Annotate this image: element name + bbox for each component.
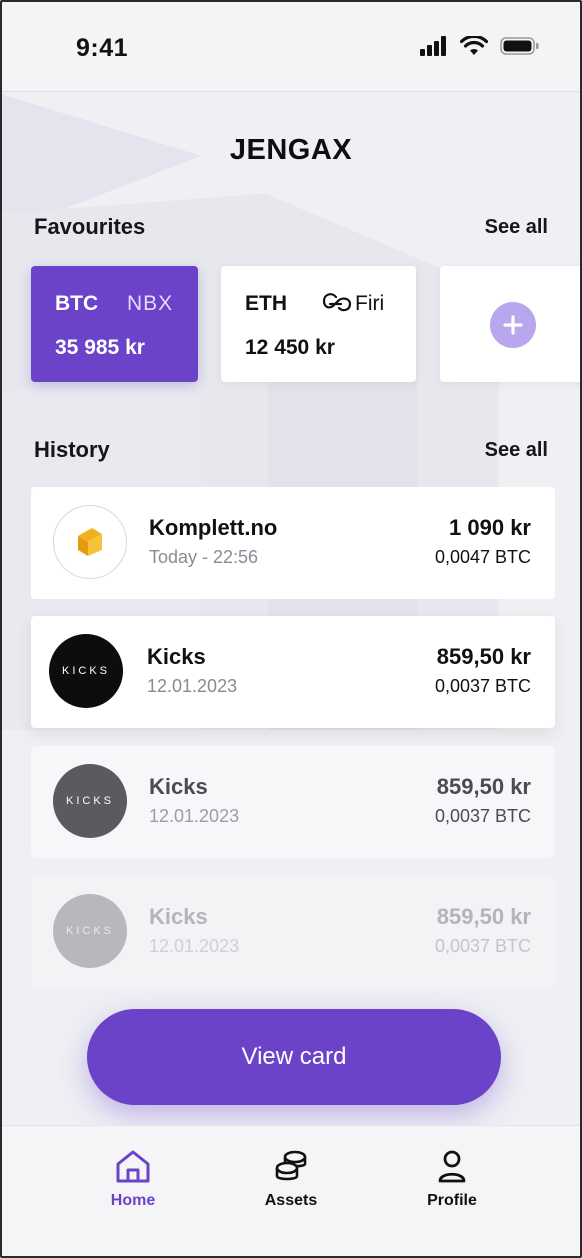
transaction-crypto-amount: 0,0037 BTC xyxy=(434,676,531,696)
favourite-amount: 12 450 kr xyxy=(245,336,335,359)
tab-profile-label: Profile xyxy=(427,1192,477,1209)
phone-screen: 9:41 JENGAX Favourites See all BTC NBX 3… xyxy=(0,0,582,1258)
coins-icon xyxy=(275,1150,307,1181)
favourite-exchange: Firi xyxy=(355,292,385,315)
favourites-title: Favourites xyxy=(34,214,146,239)
firi-logo-icon xyxy=(322,293,352,312)
favourites-see-all-link[interactable]: See all xyxy=(485,216,548,239)
merchant-logo: KICKS xyxy=(53,764,127,838)
transaction-amount: 859,50 kr xyxy=(436,904,531,929)
komplett-logo-icon xyxy=(78,528,102,556)
view-card-button[interactable]: View card xyxy=(87,1009,501,1105)
history-see-all-link[interactable]: See all xyxy=(485,439,548,462)
app-title: JENGAX xyxy=(229,134,353,166)
transaction-crypto-amount: 0,0037 BTC xyxy=(434,806,531,826)
add-favourite-card[interactable] xyxy=(440,266,580,382)
transaction-date: Today - 22:56 xyxy=(149,547,259,567)
transaction-crypto-amount: 0,0037 BTC xyxy=(434,936,531,956)
favourite-symbol: BTC xyxy=(55,292,99,315)
merchant-name: Kicks xyxy=(147,644,206,669)
kicks-logo-text: KICKS xyxy=(65,795,114,807)
merchant-logo: KICKS xyxy=(53,894,127,968)
home-icon xyxy=(116,1150,150,1183)
merchant-name: Kicks xyxy=(149,904,208,929)
history-row[interactable]: KICKS Kicks 12.01.2023 859,50 kr 0,0037 … xyxy=(31,746,555,858)
transaction-date: 12.01.2023 xyxy=(149,806,240,826)
transaction-date: 12.01.2023 xyxy=(147,676,238,696)
profile-icon xyxy=(438,1150,466,1183)
history-title: History xyxy=(34,437,110,462)
transaction-crypto-amount: 0,0047 BTC xyxy=(434,547,531,567)
transaction-amount: 859,50 kr xyxy=(436,774,531,799)
transaction-date: 12.01.2023 xyxy=(149,936,240,956)
tab-assets[interactable]: Assets xyxy=(236,1148,346,1210)
favourite-symbol: ETH xyxy=(245,292,287,315)
signal-icon xyxy=(420,36,446,56)
tab-home-label: Home xyxy=(110,1192,156,1209)
plus-icon xyxy=(503,315,523,335)
status-time: 9:41 xyxy=(76,34,129,62)
status-bar: 9:41 xyxy=(2,2,580,92)
battery-icon xyxy=(500,37,539,55)
tab-assets-label: Assets xyxy=(264,1192,318,1209)
transaction-amount: 859,50 kr xyxy=(436,644,531,669)
favourite-amount: 35 985 kr xyxy=(55,336,145,359)
history-row[interactable]: KICKS Kicks 12.01.2023 859,50 kr 0,0037 … xyxy=(31,876,555,988)
status-icons xyxy=(420,36,540,56)
transaction-amount: 1 090 kr xyxy=(449,515,531,540)
merchant-name: Kicks xyxy=(149,774,208,799)
tab-profile[interactable]: Profile xyxy=(397,1148,507,1210)
add-favourite-button[interactable] xyxy=(490,302,536,348)
merchant-name: Komplett.no xyxy=(149,515,278,540)
favourite-card-btc[interactable]: BTC NBX 35 985 kr xyxy=(31,266,198,382)
history-row[interactable]: Komplett.no Today - 22:56 1 090 kr 0,004… xyxy=(31,487,555,599)
wifi-icon xyxy=(460,36,488,55)
merchant-logo xyxy=(53,505,127,579)
favourite-card-eth[interactable]: ETH Firi 12 450 kr xyxy=(221,266,416,382)
history-row[interactable]: KICKS Kicks 12.01.2023 859,50 kr 0,0037 … xyxy=(31,616,555,728)
kicks-logo-text: KICKS xyxy=(61,665,110,677)
merchant-logo: KICKS xyxy=(49,634,123,708)
tab-bar: Home Assets Profile xyxy=(2,1125,580,1256)
kicks-logo-text: KICKS xyxy=(65,925,114,937)
favourite-exchange: NBX xyxy=(127,292,174,315)
tab-home[interactable]: Home xyxy=(78,1148,188,1210)
favourite-exchange-group: Firi xyxy=(321,292,384,316)
